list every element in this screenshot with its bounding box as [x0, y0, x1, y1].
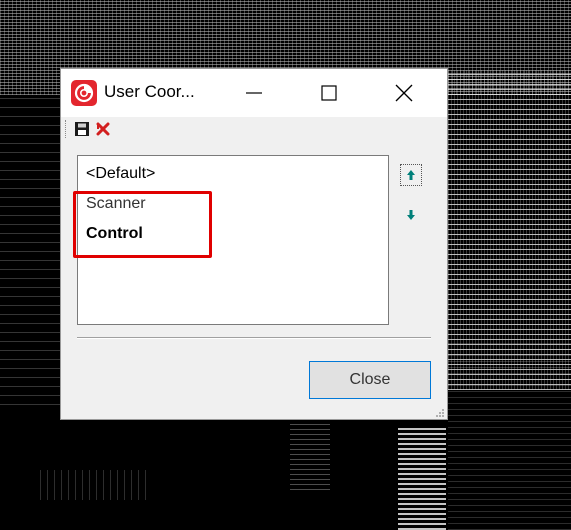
maximize-button[interactable]: [306, 69, 352, 117]
close-window-button[interactable]: [381, 69, 427, 117]
close-icon: [395, 84, 413, 102]
point-cloud-tower: [398, 425, 446, 530]
point-cloud-left: [0, 95, 62, 405]
resize-grip-icon[interactable]: [433, 405, 445, 417]
app-logo-icon: [71, 80, 97, 106]
point-cloud-right-lower: [448, 340, 571, 530]
move-down-button[interactable]: [400, 204, 422, 226]
maximize-icon: [321, 85, 337, 101]
arrow-up-icon: [407, 170, 415, 180]
minimize-icon: [246, 92, 262, 94]
delete-icon[interactable]: [95, 121, 111, 137]
annotation-highlight-box: [73, 191, 212, 258]
save-icon[interactable]: [75, 122, 89, 136]
window-title: User Coor...: [104, 82, 195, 101]
toolbar: [61, 117, 447, 141]
arrow-down-icon: [407, 210, 415, 220]
close-button[interactable]: Close: [309, 361, 431, 399]
title-bar[interactable]: User Coor...: [61, 69, 447, 117]
point-cloud-fragment: [290, 420, 330, 490]
minimize-button[interactable]: [231, 69, 277, 117]
move-up-button[interactable]: [400, 164, 422, 186]
separator: [77, 337, 431, 339]
toolbar-grip[interactable]: [65, 120, 68, 138]
point-cloud-bottom: [40, 470, 150, 500]
list-item-default[interactable]: <Default>: [86, 165, 155, 183]
